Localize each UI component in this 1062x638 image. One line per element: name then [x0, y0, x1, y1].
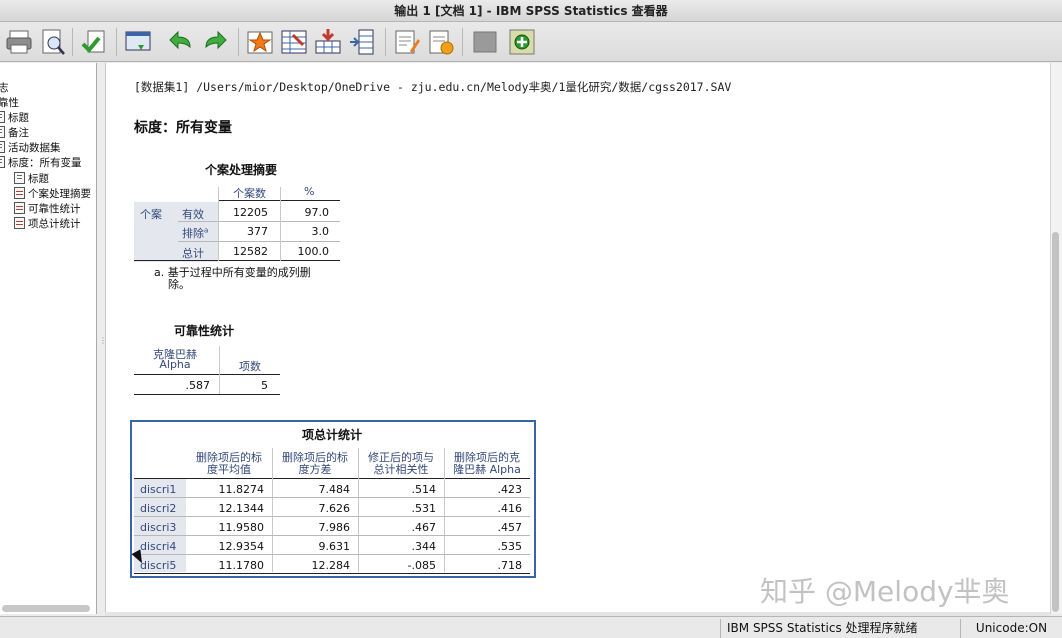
item-row-3-var: 7.986: [318, 521, 351, 534]
items-value: 5: [261, 379, 268, 392]
reliability-title: 可靠性统计: [173, 324, 234, 338]
item-row-1-var: 7.484: [318, 483, 351, 496]
item-row-4-var: 9.631: [318, 540, 351, 553]
item-row-1-name: discri1: [140, 483, 177, 496]
item-row-4-mean: 12.9354: [218, 540, 265, 553]
item-row-5-alpha: .718: [497, 559, 523, 572]
show-output-icon[interactable]: [392, 27, 422, 57]
outline-item-case-summary[interactable]: 个案处理摘要: [14, 187, 91, 202]
row-total-n: 12582: [233, 245, 268, 258]
add-icon[interactable]: [507, 27, 537, 57]
variables-icon[interactable]: [347, 27, 377, 57]
table-icon: [14, 202, 25, 214]
item-row-2-name: discri2: [140, 502, 177, 515]
document-icon: [14, 172, 25, 184]
item-row-2-alpha: .416: [497, 502, 523, 515]
goto-case-icon[interactable]: [279, 27, 309, 57]
case-summary-footnote-2: 除。: [168, 278, 190, 291]
col-header-n: 个案数: [233, 187, 266, 200]
designate-window-icon[interactable]: [470, 27, 500, 57]
outline-item-title[interactable]: 标题: [0, 111, 29, 126]
item-row-4-corr: .344: [411, 540, 437, 553]
status-bar: IBM SPSS Statistics 处理程序就绪 Unicode:ON: [0, 616, 1062, 638]
document-icon: [0, 111, 5, 123]
outline-item-notes[interactable]: 备注: [0, 126, 29, 141]
outline-item-reliability[interactable]: 靠性: [0, 96, 19, 111]
table-icon: [14, 217, 25, 229]
items-header: 项数: [239, 360, 261, 373]
header-alpha-2: 隆巴赫 Alpha: [453, 463, 521, 476]
item-row-1-alpha: .423: [497, 483, 523, 496]
item-row-2-var: 7.626: [318, 502, 351, 515]
folder-icon: [0, 156, 5, 168]
document-icon: [0, 126, 5, 138]
spss-viewer-window: 输出 1 [文档 1] - IBM SPSS Statistics 查看器 靠性…: [0, 0, 1062, 638]
item-total-title: 项总计统计: [301, 428, 362, 442]
goto-variable-icon[interactable]: [313, 27, 343, 57]
processor-status: IBM SPSS Statistics 处理程序就绪: [720, 619, 958, 638]
outline-item-reliability-stats[interactable]: 可靠性统计: [14, 202, 81, 217]
window-title: 输出 1 [文档 1] - IBM SPSS Statistics 查看器: [0, 0, 1062, 22]
header-corr-2: 总计相关性: [373, 463, 429, 476]
toolbar: [0, 22, 1062, 62]
undo-icon[interactable]: [166, 27, 196, 57]
row-valid-pct: 97.0: [304, 206, 330, 219]
output-outline-pane[interactable]: 志 靠性 标题 备注 活动数据集 标度：所有变量 标题 个案处理摘要 可靠性统计…: [0, 63, 97, 614]
item-row-1-mean: 11.8274: [218, 483, 265, 496]
row-excluded-label: 排除a: [182, 226, 209, 240]
unicode-status: Unicode:ON: [960, 619, 1062, 638]
outline-item-active-dataset[interactable]: 活动数据集: [0, 141, 61, 156]
item-total-stats-table[interactable]: 项总计统计 删除项后的标 度平均值 删除项后的标 度方差 修正后的项与 总计相关…: [130, 420, 536, 578]
item-row-2-corr: .531: [411, 502, 437, 515]
outline-item-log[interactable]: 志: [0, 81, 9, 96]
table-icon: [14, 187, 25, 199]
row-excluded-n: 377: [247, 225, 268, 238]
item-row-4-alpha: .535: [497, 540, 523, 553]
outline-item-item-total-stats[interactable]: 项总计统计: [14, 217, 81, 232]
dataset-path: [数据集1] /Users/mior/Desktop/OneDrive - zj…: [134, 80, 732, 94]
alpha-value: .587: [185, 379, 211, 392]
print-preview-icon[interactable]: [38, 27, 68, 57]
output-content-pane[interactable]: [数据集1] /Users/mior/Desktop/OneDrive - zj…: [105, 63, 1050, 614]
header-var-2: 度方差: [298, 463, 332, 476]
outline-horizontal-scrollbar[interactable]: [2, 605, 90, 612]
item-row-3-name: discri3: [140, 521, 177, 534]
alpha-header-2: Alpha: [159, 358, 191, 371]
row-total-pct: 100.0: [297, 245, 330, 258]
item-row-1-corr: .514: [411, 483, 437, 496]
group-label: 个案: [140, 208, 162, 221]
outline-item-scale-title[interactable]: 标题: [14, 172, 49, 187]
watermark: 知乎 @Melody芈奥: [760, 575, 1010, 608]
content-scroll-thumb[interactable]: [1052, 232, 1059, 612]
redo-icon[interactable]: [200, 27, 230, 57]
row-valid-n: 12205: [233, 206, 268, 219]
item-row-5-mean: 11.1780: [218, 559, 265, 572]
goto-data-icon[interactable]: [245, 27, 275, 57]
header-mean-2: 度平均值: [207, 463, 251, 476]
row-total-label: 总计: [182, 247, 204, 260]
row-excluded-pct: 3.0: [311, 225, 330, 238]
item-row-4-name: discri4: [140, 540, 177, 553]
scale-heading: 标度：所有变量: [134, 120, 232, 136]
edit-output-icon[interactable]: [426, 27, 456, 57]
document-icon: [0, 141, 5, 153]
item-row-2-mean: 12.1344: [218, 502, 265, 515]
item-row-3-alpha: .457: [497, 521, 523, 534]
item-row-3-mean: 11.9580: [218, 521, 265, 534]
item-row-5-var: 12.284: [311, 559, 351, 572]
col-header-pct: %: [304, 185, 315, 198]
outline-item-scale[interactable]: 标度：所有变量: [0, 156, 82, 171]
item-row-3-corr: .467: [411, 521, 437, 534]
item-row-5-corr: -.085: [407, 559, 436, 572]
recall-dialog-icon[interactable]: [123, 27, 153, 57]
row-valid-label: 有效: [182, 208, 204, 221]
export-icon[interactable]: [80, 27, 110, 57]
print-icon[interactable]: [4, 27, 34, 57]
case-summary-title: 个案处理摘要: [204, 163, 277, 177]
